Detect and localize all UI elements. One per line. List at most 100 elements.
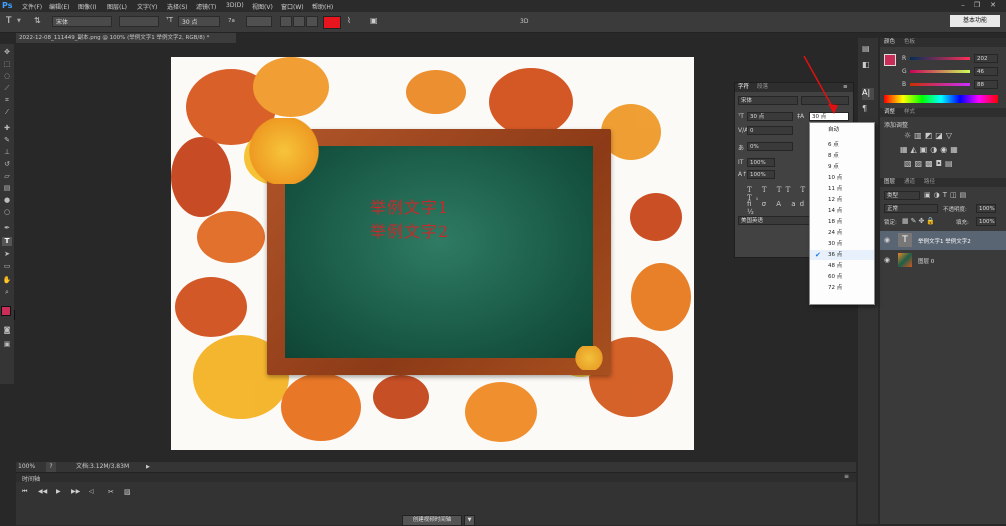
eraser-tool-icon[interactable]: ▱ <box>2 172 12 181</box>
adjust-icons-row-2[interactable]: ▦◭▣◑◉▦ <box>900 145 961 154</box>
tab-adjustments[interactable]: 调整 <box>884 108 895 117</box>
char-kerning-select[interactable]: 0 <box>747 126 793 135</box>
channel-r-slider[interactable] <box>910 57 970 60</box>
quick-select-tool-icon[interactable]: ⟋ <box>2 84 12 93</box>
channel-b-value[interactable]: 88 <box>974 80 998 89</box>
antialias-select[interactable] <box>246 16 272 27</box>
dropdown-item-72[interactable]: 72 点 <box>810 283 874 293</box>
channel-r-value[interactable]: 202 <box>974 54 998 63</box>
dropdown-item-6[interactable]: 6 点 <box>810 140 874 150</box>
tool-preset-arrow-icon[interactable]: ▼ <box>17 18 21 24</box>
gradient-tool-icon[interactable]: ▤ <box>2 184 12 193</box>
dropdown-item-48[interactable]: 48 点 <box>810 261 874 271</box>
pen-tool-icon[interactable]: ✒ <box>2 224 12 233</box>
dropdown-item-9[interactable]: 9 点 <box>810 162 874 172</box>
font-family-select[interactable]: 宋体 <box>52 16 112 27</box>
menu-edit[interactable]: 编辑(E) <box>49 2 69 11</box>
swatches-icon[interactable]: ◧ <box>862 60 874 70</box>
menu-layer[interactable]: 图层(L) <box>107 2 127 11</box>
visibility-eye-icon[interactable]: ◉ <box>884 236 890 244</box>
screen-mode-icon[interactable]: ▣ <box>2 340 12 349</box>
layer-filter-icons[interactable]: ▣◑T◫▤ <box>924 191 969 199</box>
eyedropper-tool-icon[interactable]: ⁄ <box>2 108 12 117</box>
history-brush-icon[interactable]: ↺ <box>2 160 12 169</box>
dropdown-item-14[interactable]: 14 点 <box>810 206 874 216</box>
font-style-select[interactable] <box>119 16 159 27</box>
tab-color[interactable]: 颜色 <box>884 38 895 47</box>
dropdown-item-30[interactable]: 30 点 <box>810 239 874 249</box>
align-right-button[interactable] <box>306 16 318 27</box>
type-tool-icon[interactable]: T <box>6 16 12 26</box>
text-color-swatch[interactable] <box>323 16 341 29</box>
adjust-icons-row-1[interactable]: ☼▥◩◪▽ <box>904 131 955 140</box>
char-language-select[interactable]: 美国英语 <box>738 216 810 225</box>
stamp-tool-icon[interactable]: ⊥ <box>2 148 12 157</box>
move-tool-icon[interactable]: ✥ <box>2 48 12 57</box>
color-swatch[interactable] <box>884 54 896 66</box>
status-menu-arrow-icon[interactable]: ▶ <box>146 462 150 472</box>
restore-icon[interactable]: ❐ <box>972 1 982 9</box>
align-center-button[interactable] <box>293 16 305 27</box>
menu-filter[interactable]: 滤镜(T) <box>196 2 216 11</box>
fill-field[interactable]: 100% <box>976 217 996 226</box>
tab-paragraph[interactable]: 段落 <box>757 83 768 92</box>
warp-text-icon[interactable]: ⌇ <box>347 16 351 25</box>
dropdown-item-11[interactable]: 11 点 <box>810 184 874 194</box>
dropdown-item-36[interactable]: ✔ 36 点 <box>810 250 874 260</box>
brush-tool-icon[interactable]: ✎ <box>2 136 12 145</box>
adjust-icons-row-3[interactable]: ▧▨▩◘▤ <box>904 159 956 168</box>
create-video-timeline-button[interactable]: 创建视频时间轴 <box>402 515 462 526</box>
channel-g-slider[interactable] <box>910 70 970 73</box>
channel-b-slider[interactable] <box>910 83 970 86</box>
tab-character[interactable]: 字符 <box>738 83 749 92</box>
channel-g-value[interactable]: 46 <box>974 67 998 76</box>
dropdown-item-auto[interactable]: 自动 <box>810 125 874 135</box>
timeline-prev-frame-icon[interactable]: ◀◀ <box>38 488 47 495</box>
align-left-button[interactable] <box>280 16 292 27</box>
foreground-color-swatch[interactable] <box>1 306 11 316</box>
tab-paths[interactable]: 路径 <box>924 178 935 187</box>
layer-row-text[interactable]: ◉ T 举例文字1 举例文字2 <box>880 231 1006 250</box>
color-spectrum-bar[interactable] <box>884 95 998 103</box>
timeline-play-icon[interactable]: ▶ <box>56 488 61 495</box>
menu-type[interactable]: 文字(Y) <box>137 2 157 11</box>
blend-mode-select[interactable]: 正常 <box>884 204 938 213</box>
menu-view[interactable]: 视图(V) <box>252 2 273 11</box>
char-tracking-select[interactable]: 0% <box>747 142 793 151</box>
workspace-select[interactable]: 基本功能 <box>950 15 1000 27</box>
tab-layers[interactable]: 图层 <box>884 178 895 187</box>
dropdown-item-60[interactable]: 60 点 <box>810 272 874 282</box>
timeline-cut-icon[interactable]: ✂ <box>108 488 114 496</box>
timeline-transition-icon[interactable]: ▨ <box>124 488 131 496</box>
timeline-next-frame-icon[interactable]: ▶▶ <box>71 488 80 495</box>
text-tool-icon[interactable]: T <box>2 237 12 246</box>
toggle-panels-icon[interactable]: ▣ <box>370 16 378 25</box>
3d-mode-label[interactable]: 3D <box>520 18 528 25</box>
zoom-tool-icon[interactable]: ⌕ <box>2 288 12 297</box>
tab-styles[interactable]: 样式 <box>904 108 915 117</box>
lasso-tool-icon[interactable]: ◌ <box>2 72 12 81</box>
hand-tool-icon[interactable]: ✋ <box>2 276 12 285</box>
dropdown-item-12[interactable]: 12 点 <box>810 195 874 205</box>
char-vscale-field[interactable]: 100% <box>747 158 775 167</box>
healing-tool-icon[interactable]: ✚ <box>2 124 12 133</box>
timeline-menu-icon[interactable]: ≡ <box>844 473 849 480</box>
timeline-audio-icon[interactable]: ◁ <box>89 488 94 495</box>
text-line-2[interactable]: 举例文字2 <box>370 218 449 242</box>
layer-name[interactable]: 举例文字1 举例文字2 <box>918 237 971 245</box>
char-size-select[interactable]: 30 点 <box>747 112 793 121</box>
path-select-tool-icon[interactable]: ➤ <box>2 250 12 259</box>
close-icon[interactable]: ✕ <box>988 1 998 9</box>
dropdown-item-8[interactable]: 8 点 <box>810 151 874 161</box>
dropdown-item-10[interactable]: 10 点 <box>810 173 874 183</box>
text-line-1[interactable]: 举例文字1 <box>370 194 449 218</box>
dropdown-item-24[interactable]: 24 点 <box>810 228 874 238</box>
layer-row-image[interactable]: ◉ 图层 0 <box>880 251 1006 270</box>
marquee-tool-icon[interactable]: ⬚ <box>2 60 12 69</box>
dodge-tool-icon[interactable]: ○ <box>2 208 12 217</box>
timeline-dropdown-arrow-icon[interactable]: ▼ <box>464 515 475 526</box>
history-icon[interactable]: ▤ <box>862 44 874 54</box>
menu-image[interactable]: 图像(I) <box>78 2 96 11</box>
quick-mask-icon[interactable]: ◙ <box>2 326 12 335</box>
tab-channels[interactable]: 通道 <box>904 178 915 187</box>
